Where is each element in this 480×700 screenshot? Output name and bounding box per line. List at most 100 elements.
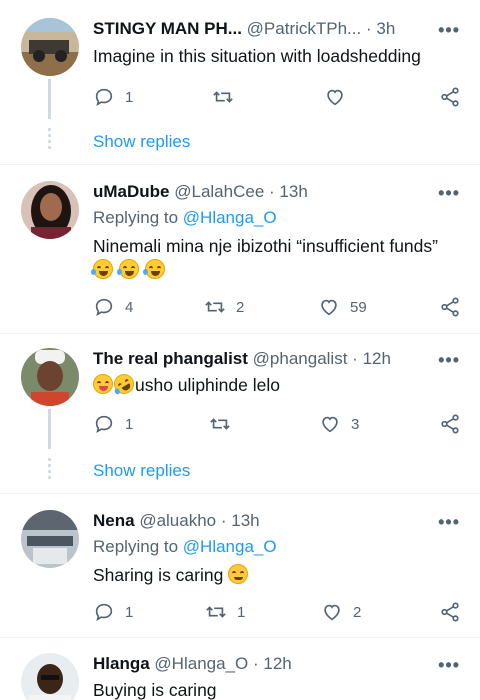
- joy-emoji: [142, 259, 165, 279]
- tweet-actions: 1: [93, 85, 465, 109]
- share-icon: [441, 297, 459, 317]
- timestamp[interactable]: 12h: [263, 654, 291, 673]
- timestamp[interactable]: 3h: [376, 19, 395, 38]
- replying-to-label: Replying to: [93, 537, 183, 556]
- tweet-text: Buying is caring: [93, 680, 217, 700]
- winking-tongue-emoji: [93, 374, 113, 394]
- more-icon[interactable]: •••: [438, 512, 460, 533]
- reply-count: 1: [125, 415, 134, 433]
- retweet-button[interactable]: [209, 412, 231, 436]
- reply-count: 1: [125, 603, 134, 621]
- like-count: 2: [353, 603, 362, 621]
- share-button[interactable]: [439, 85, 461, 109]
- user-handle[interactable]: @LalahCee: [174, 182, 264, 201]
- tweet-text-content: usho uliphinde lelo: [135, 375, 280, 395]
- tweet-header: uMaDube @LalahCee · 13h: [93, 181, 466, 207]
- mention-link[interactable]: @Hlanga_O: [183, 537, 277, 556]
- separator-dot: ·: [220, 511, 227, 530]
- rofl-emoji: [110, 370, 138, 398]
- tweet-header: Nena @aluakho · 13h: [93, 510, 466, 536]
- display-name[interactable]: The real phangalist: [93, 349, 248, 368]
- more-icon[interactable]: •••: [438, 350, 460, 371]
- user-handle[interactable]: @phangalist: [253, 349, 348, 368]
- timestamp[interactable]: 13h: [231, 511, 259, 530]
- like-button[interactable]: 2: [321, 600, 361, 624]
- thread-line: [48, 79, 51, 119]
- avatar[interactable]: [21, 348, 79, 406]
- joy-emoji: [116, 259, 139, 279]
- like-button[interactable]: [324, 85, 346, 109]
- share-button[interactable]: [439, 600, 461, 624]
- user-handle[interactable]: @PatrickTPh...: [247, 19, 362, 38]
- divider: [0, 637, 480, 638]
- tweet-text: usho uliphinde lelo: [93, 370, 466, 398]
- like-icon: [321, 299, 337, 316]
- tweet-actions: 1 1 2: [93, 600, 465, 624]
- replying-to-label: Replying to: [93, 208, 183, 227]
- smiling-emoji: [228, 564, 249, 584]
- tweet-text: Sharing is caring: [93, 563, 466, 587]
- tweet-header: The real phangalist @phangalist · 12h: [93, 348, 466, 374]
- reply-button[interactable]: 1: [93, 85, 133, 109]
- share-icon: [441, 414, 459, 434]
- avatar[interactable]: [21, 510, 79, 568]
- replying-to: Replying to @Hlanga_O: [93, 537, 277, 557]
- tweet-header: STINGY MAN PH... @PatrickTPh... · 3h: [93, 18, 466, 44]
- share-icon: [441, 602, 459, 622]
- separator-dot: ·: [269, 182, 275, 201]
- divider: [0, 493, 480, 494]
- tweet-actions: 1 3: [93, 412, 465, 436]
- timestamp[interactable]: 12h: [363, 349, 391, 368]
- timestamp[interactable]: 13h: [279, 182, 307, 201]
- more-icon[interactable]: •••: [438, 20, 460, 41]
- thread-dots: [48, 458, 51, 482]
- more-icon[interactable]: •••: [438, 183, 460, 204]
- mention-link[interactable]: @Hlanga_O: [183, 208, 277, 227]
- reply-count: 4: [125, 298, 134, 316]
- divider: [0, 333, 480, 334]
- avatar[interactable]: [21, 653, 79, 700]
- show-replies-link[interactable]: Show replies: [93, 132, 190, 152]
- like-count: 3: [351, 415, 360, 433]
- like-button[interactable]: 3: [319, 412, 359, 436]
- like-icon: [327, 89, 343, 106]
- reply-icon: [95, 603, 113, 622]
- avatar[interactable]: [21, 181, 79, 239]
- divider: [0, 164, 480, 165]
- reply-button[interactable]: 1: [93, 412, 133, 436]
- share-button[interactable]: [439, 295, 461, 319]
- like-button[interactable]: 59: [318, 295, 367, 319]
- retweet-icon: [206, 606, 226, 618]
- thread-line: [48, 409, 51, 449]
- reply-count: 1: [125, 88, 134, 106]
- retweet-icon: [213, 91, 233, 103]
- display-name[interactable]: uMaDube: [93, 182, 170, 201]
- retweet-icon: [210, 418, 230, 430]
- tweet-text: Ninemali mina nje ibizothi “insufficient…: [91, 234, 466, 282]
- retweet-button[interactable]: [212, 85, 234, 109]
- display-name[interactable]: Hlanga: [93, 654, 150, 673]
- share-button[interactable]: [439, 412, 461, 436]
- tweet-text-content: Ninemali mina nje ibizothi “insufficient…: [93, 236, 438, 256]
- more-icon[interactable]: •••: [438, 655, 460, 676]
- display-name[interactable]: Nena: [93, 511, 135, 530]
- like-icon: [322, 416, 338, 433]
- reply-button[interactable]: 1: [93, 600, 133, 624]
- avatar[interactable]: [21, 18, 79, 76]
- retweet-button[interactable]: 2: [204, 295, 244, 319]
- reply-button[interactable]: 4: [93, 295, 133, 319]
- like-icon: [324, 604, 340, 621]
- reply-icon: [95, 88, 113, 107]
- retweet-count: 2: [236, 298, 245, 316]
- user-handle[interactable]: @Hlanga_O: [154, 654, 248, 673]
- tweet-text-content: Sharing is caring: [93, 565, 224, 585]
- retweet-button[interactable]: 1: [205, 600, 245, 624]
- tweet-actions: 4 2 59: [93, 295, 465, 319]
- user-handle[interactable]: @aluakho: [139, 511, 216, 530]
- separator-dot: ·: [252, 654, 259, 673]
- joy-emoji: [91, 259, 113, 279]
- display-name[interactable]: STINGY MAN PH...: [93, 19, 242, 38]
- separator-dot: ·: [352, 349, 358, 368]
- show-replies-link[interactable]: Show replies: [93, 461, 190, 481]
- tweet-header: Hlanga @Hlanga_O · 12h: [93, 653, 466, 679]
